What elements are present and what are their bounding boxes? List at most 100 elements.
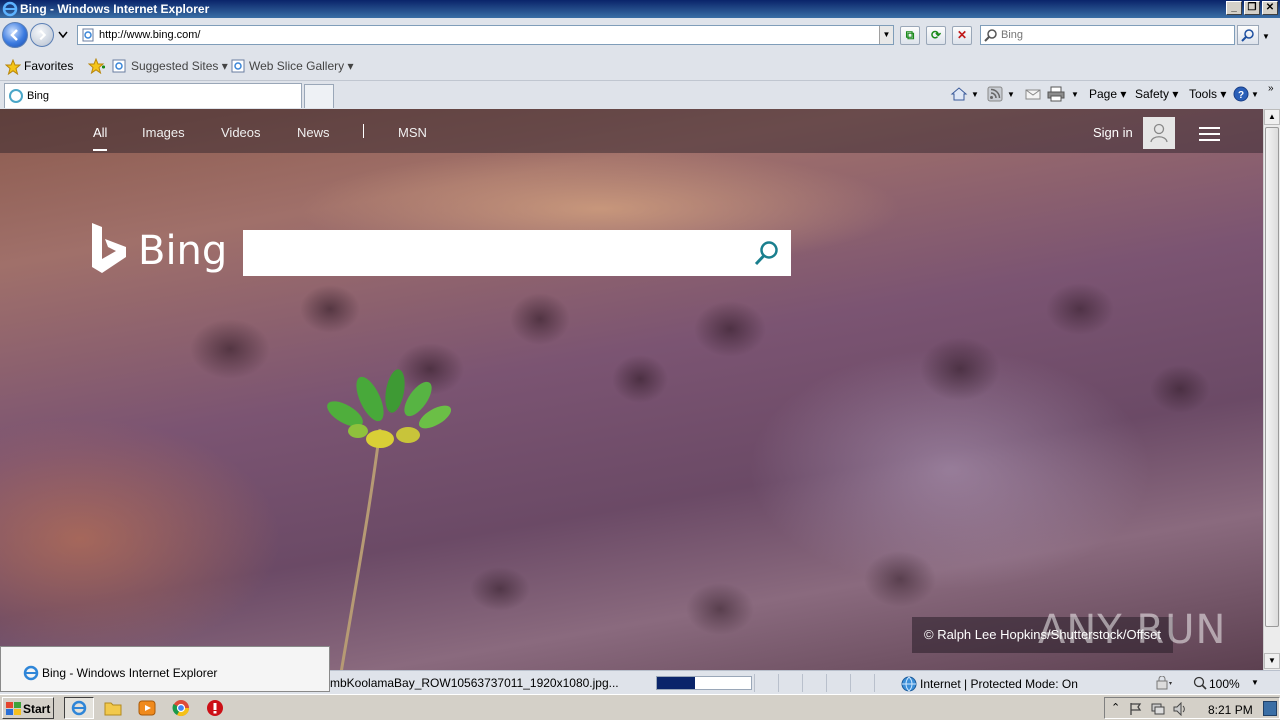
window-title: Bing - Windows Internet Explorer <box>20 2 210 16</box>
status-cell <box>850 674 872 692</box>
sign-in-link[interactable]: Sign in <box>1093 125 1133 140</box>
home-icon[interactable] <box>950 86 968 102</box>
ie-icon <box>71 700 87 716</box>
ie-icon <box>2 1 18 17</box>
favorites-star-icon[interactable] <box>5 59 21 75</box>
search-icon <box>984 29 997 42</box>
help-icon[interactable]: ? <box>1233 86 1249 102</box>
avatar[interactable] <box>1143 117 1175 149</box>
back-button[interactable] <box>2 22 28 48</box>
user-icon <box>1150 123 1168 143</box>
progress-fill <box>657 677 695 689</box>
taskbar-ie-button[interactable] <box>64 697 94 719</box>
windows-flag-icon <box>6 702 21 715</box>
search-go-button[interactable] <box>1237 25 1259 45</box>
taskbar: Start ⌃ 8:21 PM <box>0 694 1280 720</box>
url-text[interactable]: http://www.bing.com/ <box>99 29 201 41</box>
nav-msn[interactable]: MSN <box>398 125 427 140</box>
tab-bing[interactable]: Bing <box>4 83 302 108</box>
nav-news[interactable]: News <box>297 125 330 140</box>
security-zone-text: Internet | Protected Mode: On <box>920 677 1078 691</box>
read-mail-icon[interactable] <box>1024 86 1042 102</box>
taskbar-thumbnail-popup[interactable]: Bing - Windows Internet Explorer <box>0 646 330 692</box>
compatibility-view-button[interactable]: ⧉ <box>900 26 920 45</box>
nav-videos[interactable]: Videos <box>221 125 261 140</box>
zoom-icon[interactable] <box>1193 676 1207 690</box>
forward-button[interactable] <box>30 23 54 47</box>
print-icon[interactable] <box>1047 86 1065 102</box>
network-icon[interactable] <box>1151 702 1165 716</box>
suggested-sites-icon <box>112 59 126 73</box>
page-icon <box>82 28 94 42</box>
search-options-dropdown[interactable]: ▼ <box>1262 32 1270 41</box>
loading-progress-bar <box>656 676 752 690</box>
scroll-down-arrow-icon[interactable]: ▼ <box>1264 653 1280 669</box>
search-box[interactable] <box>980 25 1235 45</box>
status-cell <box>778 674 800 692</box>
home-dropdown[interactable]: ▼ <box>971 90 979 99</box>
tools-menu[interactable]: Tools ▾ <box>1189 87 1226 101</box>
feeds-dropdown[interactable]: ▼ <box>1007 90 1015 99</box>
clock[interactable]: 8:21 PM <box>1208 703 1253 717</box>
web-slice-gallery-link[interactable]: Web Slice Gallery ▾ <box>249 59 354 73</box>
suggested-sites-label: Suggested Sites <box>131 59 219 73</box>
zoom-dropdown[interactable]: ▼ <box>1251 678 1259 687</box>
scroll-thumb[interactable] <box>1265 127 1279 627</box>
address-dropdown-button[interactable]: ▼ <box>879 26 893 44</box>
address-bar[interactable]: http://www.bing.com/ ▼ <box>77 25 894 45</box>
stop-button[interactable]: ✕ <box>952 26 972 45</box>
protected-mode-icon[interactable] <box>1156 676 1174 690</box>
safety-menu[interactable]: Safety ▾ <box>1135 87 1178 101</box>
safety-menu-label: Safety <box>1135 87 1170 101</box>
refresh-button[interactable]: ⟳ <box>926 26 946 45</box>
restore-button[interactable]: ❐ <box>1244 1 1260 15</box>
tab-row: Bing ▼ ▼ ▼ Page ▾ Safety ▾ Tools ▾ ? ▼ » <box>0 81 1280 109</box>
feeds-icon[interactable] <box>987 86 1003 102</box>
nav-images[interactable]: Images <box>142 125 185 140</box>
status-cell <box>802 674 824 692</box>
chevron-more-icon[interactable]: » <box>1268 83 1274 94</box>
media-player-icon[interactable] <box>138 699 156 717</box>
plant-decoration <box>327 369 452 670</box>
internet-zone-icon <box>901 676 917 692</box>
chrome-icon[interactable] <box>172 699 190 717</box>
hamburger-menu-icon[interactable] <box>1199 127 1220 141</box>
tab-label: Bing <box>27 90 50 102</box>
new-tab-button[interactable] <box>304 84 334 108</box>
ie-icon <box>23 665 39 681</box>
recent-pages-dropdown-icon[interactable] <box>58 31 68 39</box>
show-hidden-icons-icon[interactable]: ⌃ <box>1111 701 1120 714</box>
nav-all[interactable]: All <box>93 125 107 140</box>
svg-text:?: ? <box>1238 90 1244 101</box>
add-to-favorites-bar-icon[interactable] <box>88 58 106 74</box>
minimize-button[interactable]: _ <box>1226 1 1242 15</box>
start-button[interactable]: Start <box>2 697 54 719</box>
opera-icon[interactable] <box>206 699 224 717</box>
action-center-flag-icon[interactable] <box>1129 702 1143 716</box>
page-menu[interactable]: Page ▾ <box>1089 87 1126 101</box>
popup-label: Bing - Windows Internet Explorer <box>42 666 218 680</box>
scroll-up-arrow-icon[interactable]: ▲ <box>1264 109 1280 125</box>
search-input[interactable] <box>1001 27 1231 43</box>
help-dropdown[interactable]: ▼ <box>1251 90 1259 99</box>
bing-top-nav: All Images Videos News MSN Sign in <box>0 109 1263 153</box>
close-window-button[interactable]: ✕ <box>1262 1 1278 15</box>
vertical-scrollbar[interactable]: ▲ ▼ <box>1263 109 1280 670</box>
status-text: mbKoolamaBay_ROW10563737011_1920x1080.jp… <box>330 676 619 690</box>
show-desktop-button[interactable] <box>1263 701 1277 716</box>
favorites-button[interactable]: Favorites <box>24 59 73 73</box>
bing-search-box[interactable] <box>243 230 791 276</box>
page-content: All Images Videos News MSN Sign in Bing … <box>0 109 1263 670</box>
volume-icon[interactable] <box>1173 702 1187 716</box>
back-arrow-icon <box>10 29 18 41</box>
bing-search-input[interactable] <box>255 242 745 264</box>
print-dropdown[interactable]: ▼ <box>1071 90 1079 99</box>
zoom-level[interactable]: 100% <box>1209 677 1240 691</box>
suggested-sites-link[interactable]: Suggested Sites ▾ <box>131 59 228 73</box>
search-go-icon <box>1241 29 1254 42</box>
folder-icon[interactable] <box>104 699 122 717</box>
start-label: Start <box>23 702 51 716</box>
search-icon[interactable] <box>754 240 780 266</box>
status-cell <box>826 674 848 692</box>
system-tray: ⌃ 8:21 PM <box>1104 697 1280 719</box>
